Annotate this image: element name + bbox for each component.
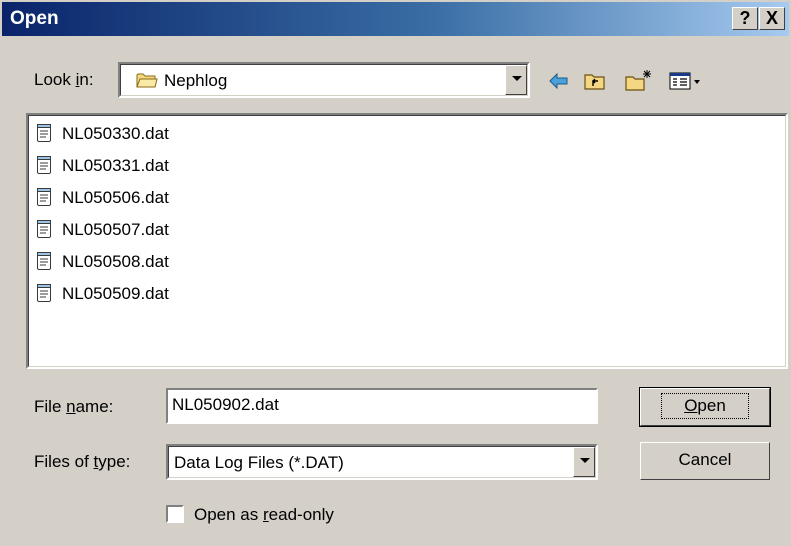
window-title: Open (10, 8, 59, 29)
file-name-text: NL050331.dat (62, 156, 169, 175)
file-name-text: NL050506.dat (62, 188, 169, 207)
text-file-icon (36, 283, 52, 303)
file-type-dropdown[interactable]: Data Log Files (*.DAT) (166, 444, 598, 480)
open-button[interactable]: Open (639, 387, 771, 427)
read-only-label[interactable]: Open as read-only (194, 505, 334, 525)
look-in-dropdown-arrow[interactable] (505, 65, 527, 95)
title-bar[interactable]: Open ? X (2, 2, 789, 36)
look-in-value: Nephlog (164, 71, 228, 90)
file-name-text: NL050508.dat (62, 252, 169, 271)
text-file-icon (36, 187, 52, 207)
look-in-label: Look in: (34, 70, 94, 89)
read-only-checkbox[interactable] (166, 505, 184, 523)
look-in-dropdown[interactable]: Nephlog (118, 62, 530, 98)
file-type-dropdown-arrow[interactable] (573, 447, 595, 477)
text-file-icon (36, 219, 52, 239)
file-type-label: Files of type: (34, 452, 131, 471)
view-menu-icon[interactable] (668, 68, 704, 94)
file-type-value: Data Log Files (*.DAT) (174, 453, 344, 472)
text-file-icon (36, 155, 52, 175)
file-name-text: NL050330.dat (62, 124, 169, 143)
up-one-level-icon[interactable] (582, 68, 608, 94)
file-name-value: NL050902.dat (172, 395, 279, 414)
file-list[interactable]: NL050330.dat NL050331.dat NL050506.dat NL05… (26, 113, 788, 369)
file-name-text: NL050509.dat (62, 284, 169, 303)
file-name-text: NL050507.dat (62, 220, 169, 239)
create-new-folder-icon[interactable] (624, 68, 651, 94)
cancel-button[interactable]: Cancel (640, 442, 770, 480)
file-name-input[interactable]: NL050902.dat (166, 388, 598, 424)
file-name-label: File name: (34, 397, 114, 416)
text-file-icon (36, 251, 52, 271)
text-file-icon (36, 123, 52, 143)
back-arrow-icon[interactable] (546, 68, 572, 94)
open-dialog: Open ? X Look in: Nephlog NL050330.dat N… (0, 0, 791, 546)
help-button[interactable]: ? (732, 7, 758, 30)
close-button[interactable]: X (759, 7, 785, 30)
folder-icon (136, 71, 158, 89)
